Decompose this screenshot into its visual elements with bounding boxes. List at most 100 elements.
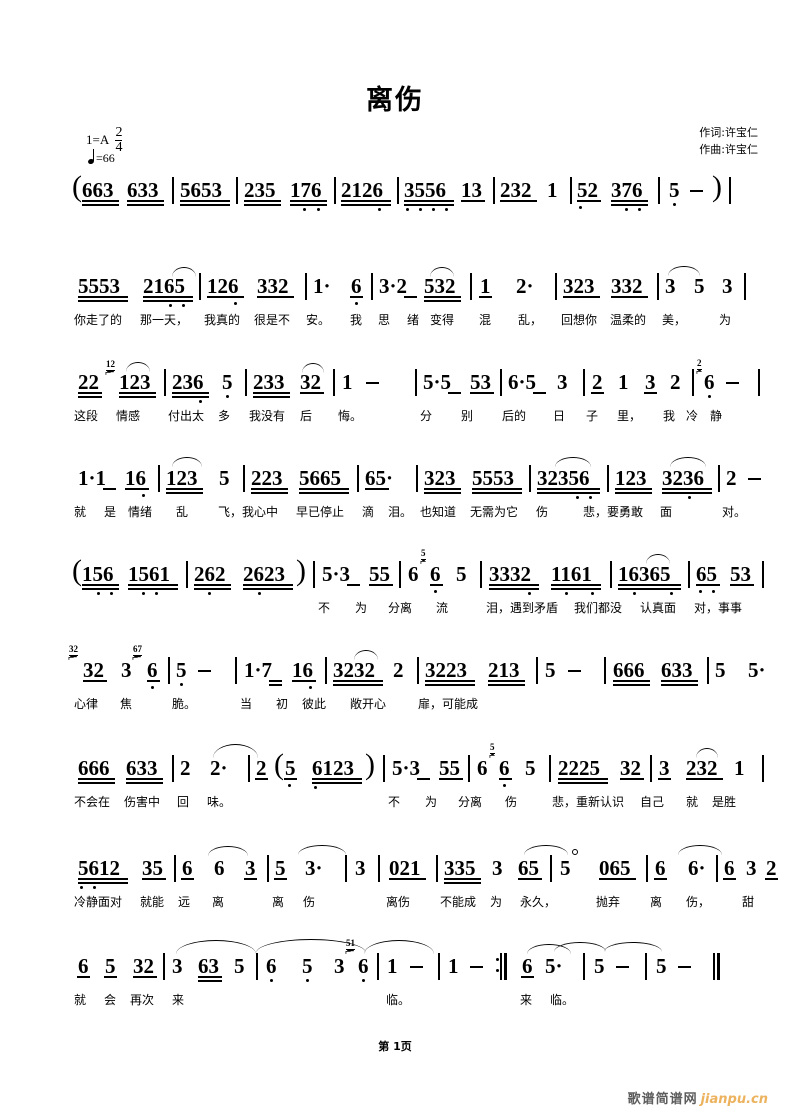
note-group: 5·5 bbox=[423, 370, 452, 394]
note-group: 3332 bbox=[489, 562, 531, 586]
key-signature: 1=A bbox=[86, 132, 110, 147]
time-signature: 2 4 bbox=[115, 125, 123, 155]
note-group: 3·2 bbox=[379, 274, 408, 298]
staff-row-3: 22 12 ⌐ 123 236 5 233 32 1 5·5 53 6·5 3 … bbox=[0, 359, 790, 430]
note-group: 2623 bbox=[243, 562, 285, 586]
note-group: 5553 bbox=[472, 466, 514, 490]
site-watermark: 歌谱简谱网 jianpu.cn bbox=[628, 1088, 768, 1107]
staff-row-2: 5553 2165 126 332 1· 6 3·2 532 1 2· 323 … bbox=[0, 266, 790, 334]
repeat-barline bbox=[500, 953, 507, 980]
note-group: 1·7 bbox=[244, 658, 273, 682]
note-group: 3 bbox=[172, 954, 183, 978]
note-group: 323 bbox=[424, 466, 456, 490]
staff-row-8: 5612 35 6 6 3 5 3· 3 021 335 3 65 5 065 … bbox=[0, 845, 790, 916]
note-group: 3236 bbox=[662, 466, 704, 490]
note-group: 633 bbox=[126, 756, 158, 780]
note-group: 3 bbox=[722, 274, 733, 298]
note-group: 35 bbox=[142, 856, 163, 880]
open-paren: ( bbox=[274, 748, 284, 781]
note-group: 1· bbox=[313, 274, 331, 298]
staff-row-4: 1·1 16 123 5 223 5665 65· 323 5553 32356… bbox=[0, 457, 790, 526]
credits: 作词:许宝仁 作曲:许宝仁 bbox=[699, 124, 758, 158]
note-group: 5 bbox=[222, 370, 233, 394]
staff-row-5-lyrics: 不 为 分离 流 泪，遇到矛盾 我们都没 认真面 对，事事 bbox=[318, 601, 743, 615]
note-group: 332 bbox=[257, 274, 289, 298]
note-group: 3232 bbox=[333, 658, 375, 682]
staff-row-3-lyrics: 这段 情感 付出太 多 我没有 后 悔。 分 别 后的 日 子 里， 我 冷 静 bbox=[74, 409, 723, 423]
note-group: 55 bbox=[369, 562, 390, 586]
note-group: 6 bbox=[499, 756, 510, 780]
note-group: 13 bbox=[461, 178, 482, 202]
note-group: 123 bbox=[166, 466, 198, 490]
note-group: 32 bbox=[300, 370, 321, 394]
staff-row-7-notes: 666 633 2 2· 2 ( 5 6123 ) 5·3 55 6 5 ⌐ 6… bbox=[0, 743, 790, 794]
note-group: 2 bbox=[592, 370, 603, 394]
grace-note-group: 5 ⌐ bbox=[489, 742, 496, 762]
note-group: 5·3 bbox=[322, 562, 351, 586]
note-group: 5 bbox=[545, 658, 556, 682]
note-group: 32 bbox=[620, 756, 641, 780]
note-group: 63 bbox=[198, 954, 219, 978]
note-group: 5665 bbox=[299, 466, 341, 490]
tempo-value: =66 bbox=[96, 151, 115, 165]
staff-row-7: 666 633 2 2· 2 ( 5 6123 ) 5·3 55 6 5 ⌐ 6… bbox=[0, 743, 790, 816]
note-group: 1·1 bbox=[78, 466, 107, 490]
note-group: 3 bbox=[645, 370, 656, 394]
staff-row-6-notes: 32 ⌐ 32 3 67 ⌐ 6 5 1·7 16 3232 2 3223 21… bbox=[0, 645, 790, 696]
note-group: 5 bbox=[176, 658, 187, 682]
note-group: 663 bbox=[82, 178, 114, 202]
note-group: 32 bbox=[83, 658, 104, 682]
note-group: 262 bbox=[194, 562, 226, 586]
note-group: 6 bbox=[655, 856, 666, 880]
note-group: 213 bbox=[488, 658, 520, 682]
note-group: 233 bbox=[253, 370, 285, 394]
note-group: 6 bbox=[704, 370, 715, 394]
staff-row-1-lyrics bbox=[0, 216, 790, 238]
note-group: 3 bbox=[492, 856, 503, 880]
note-group: 55 bbox=[439, 756, 460, 780]
note-group: 6 bbox=[408, 562, 419, 586]
composer-credit: 作曲:许宝仁 bbox=[699, 143, 758, 157]
staff-row-6: 32 ⌐ 32 3 67 ⌐ 6 5 1·7 16 3232 2 3223 21… bbox=[0, 645, 790, 718]
note-group: 176 bbox=[290, 178, 322, 202]
note-group: 123 bbox=[119, 370, 151, 394]
note-group: 5· bbox=[545, 954, 563, 978]
note-group: 3223 bbox=[425, 658, 467, 682]
note-group: 32356 bbox=[537, 466, 590, 490]
note-group: 52 bbox=[577, 178, 598, 202]
note-group: 65 bbox=[696, 562, 717, 586]
staff-row-1-notes: ( 663 633 5653 235 176 2126 3556 13 232 … bbox=[0, 172, 790, 216]
staff-row-8-notes: 5612 35 6 6 3 5 3· 3 021 335 3 65 5 065 … bbox=[0, 845, 790, 894]
note-group: 6 bbox=[724, 856, 735, 880]
note-group: 53 bbox=[470, 370, 491, 394]
note-group: 1561 bbox=[128, 562, 170, 586]
note-group: 16 bbox=[125, 466, 146, 490]
note-group: 1 bbox=[547, 178, 558, 202]
note-group: 3 bbox=[245, 856, 256, 880]
note-group: 16 bbox=[292, 658, 313, 682]
note-group: 5612 bbox=[78, 856, 120, 880]
time-signature-numerator: 2 bbox=[115, 125, 123, 140]
grace-note-group: 12 ⌐ bbox=[105, 359, 115, 379]
page-title: 离伤 bbox=[366, 85, 424, 116]
staff-row-5: ( 156 1561 262 2623 ) 5·3 55 6 5 ⌐ 6 5 3… bbox=[0, 549, 790, 622]
note-group: 5·3 bbox=[392, 756, 421, 780]
note-group: 065 bbox=[599, 856, 631, 880]
note-group: 2 bbox=[726, 466, 737, 490]
note-group: 5 bbox=[669, 178, 680, 202]
note-group: 156 bbox=[82, 562, 114, 586]
note-group: 5 bbox=[656, 954, 667, 978]
note-group: 335 bbox=[444, 856, 476, 880]
note-group: 16365 bbox=[618, 562, 671, 586]
note-group: 1 bbox=[618, 370, 629, 394]
note-group: 3 bbox=[334, 954, 345, 978]
note-group: 2· bbox=[210, 756, 228, 780]
note-group: 3 bbox=[746, 856, 757, 880]
grace-note-group: 2 ⌐ bbox=[696, 358, 703, 378]
note-group: 5 bbox=[560, 856, 571, 880]
note-group: 021 bbox=[389, 856, 421, 880]
note-group: 53 bbox=[730, 562, 751, 586]
staff-row-5-notes: ( 156 1561 262 2623 ) 5·3 55 6 5 ⌐ 6 5 3… bbox=[0, 549, 790, 600]
note-group: 5 bbox=[105, 954, 116, 978]
note-group: 5 bbox=[715, 658, 726, 682]
